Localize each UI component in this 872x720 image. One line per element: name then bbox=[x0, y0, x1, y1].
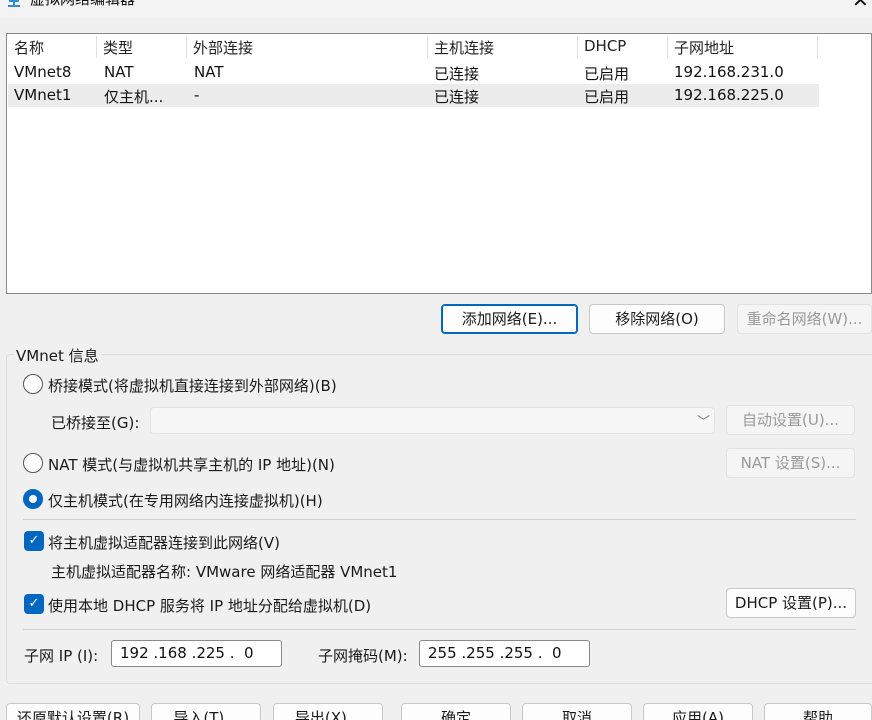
host-only-mode-radio[interactable] bbox=[23, 489, 43, 509]
help-button[interactable]: 帮助 bbox=[764, 703, 872, 720]
subnet-mask-input[interactable]: 255 .255 .255 . 0 bbox=[419, 640, 590, 667]
rename-network-button[interactable]: 重命名网络(W)... bbox=[737, 304, 872, 334]
vmnet-info-label: VMnet 信息 bbox=[14, 345, 101, 366]
checkmark-icon: ✓ bbox=[28, 596, 40, 611]
dhcp-settings-button[interactable]: DHCP 设置(P)... bbox=[726, 588, 856, 618]
window-title: 虚拟网络编辑器 bbox=[30, 0, 135, 9]
host-only-mode-label[interactable]: 仅主机模式(在专用网络内连接虚拟机)(H) bbox=[48, 490, 323, 511]
close-icon[interactable]: ✕ bbox=[852, 0, 869, 12]
column-divider[interactable] bbox=[427, 36, 428, 58]
bridged-to-label: 已桥接至(G): bbox=[51, 414, 140, 432]
cell-subnet: 192.168.231.0 bbox=[674, 63, 784, 81]
use-dhcp-label[interactable]: 使用本地 DHCP 服务将 IP 地址分配给虚拟机(D) bbox=[48, 595, 371, 616]
add-network-button[interactable]: 添加网络(E)... bbox=[441, 304, 578, 334]
column-divider[interactable] bbox=[577, 36, 578, 58]
subnet-mask-label: 子网掩码(M): bbox=[318, 647, 408, 665]
export-button[interactable]: 导出(X)... bbox=[273, 703, 383, 720]
chevron-down-icon: ﹀ bbox=[697, 415, 711, 430]
column-divider[interactable] bbox=[667, 36, 668, 58]
apply-button[interactable]: 应用(A) bbox=[643, 703, 753, 720]
cell-subnet: 192.168.225.0 bbox=[674, 86, 784, 104]
table-row-vmnet1[interactable]: VMnet1 仅主机... - 已连接 已启用 192.168.225.0 bbox=[8, 84, 819, 107]
column-header-external[interactable]: 外部连接 bbox=[193, 37, 253, 58]
cell-host: 已连接 bbox=[434, 88, 480, 106]
bridged-to-select[interactable]: ﹀ bbox=[150, 407, 715, 434]
bridged-mode-label[interactable]: 桥接模式(将虚拟机直接连接到外部网络)(B) bbox=[48, 375, 337, 396]
cell-name: VMnet1 bbox=[14, 86, 72, 104]
column-header-subnet[interactable]: 子网地址 bbox=[674, 37, 734, 58]
subnet-ip-label: 子网 IP (I): bbox=[24, 647, 99, 665]
column-divider[interactable] bbox=[96, 36, 97, 58]
subnet-ip-input[interactable]: 192 .168 .225 . 0 bbox=[111, 640, 282, 667]
cell-external: - bbox=[194, 86, 200, 104]
section-divider bbox=[23, 519, 856, 520]
title-bar: 虚拟网络编辑器 ✕ bbox=[0, 0, 872, 18]
adapter-name-label: 主机虚拟适配器名称: VMware 网络适配器 VMnet1 bbox=[51, 563, 398, 581]
remove-network-button[interactable]: 移除网络(O) bbox=[589, 304, 725, 334]
connect-adapter-checkbox[interactable]: ✓ bbox=[24, 531, 44, 551]
column-divider[interactable] bbox=[186, 36, 187, 58]
table-row-vmnet8[interactable]: VMnet8 NAT NAT 已连接 已启用 192.168.231.0 bbox=[8, 61, 819, 84]
column-header-host[interactable]: 主机连接 bbox=[434, 37, 494, 58]
cell-external: NAT bbox=[194, 63, 224, 81]
cell-name: VMnet8 bbox=[14, 63, 72, 81]
nat-mode-radio[interactable] bbox=[23, 453, 43, 473]
cell-dhcp: 已启用 bbox=[584, 88, 630, 106]
column-divider[interactable] bbox=[817, 36, 818, 58]
cell-host: 已连接 bbox=[434, 65, 480, 83]
ok-button[interactable]: 确定 bbox=[401, 703, 511, 720]
cell-type: NAT bbox=[104, 63, 134, 81]
auto-settings-button[interactable]: 自动设置(U)... bbox=[726, 405, 855, 435]
bridged-mode-radio[interactable] bbox=[23, 374, 43, 394]
network-editor-icon bbox=[8, 0, 20, 7]
network-list[interactable]: 名称 类型 外部连接 主机连接 DHCP 子网地址 VMnet8 NAT NAT… bbox=[6, 33, 872, 294]
column-header-type[interactable]: 类型 bbox=[103, 37, 133, 58]
column-header-dhcp[interactable]: DHCP bbox=[584, 37, 626, 55]
column-header-name[interactable]: 名称 bbox=[14, 37, 44, 58]
cell-type: 仅主机... bbox=[104, 88, 164, 106]
cancel-button[interactable]: 取消 bbox=[522, 703, 632, 720]
nat-settings-button[interactable]: NAT 设置(S)... bbox=[726, 448, 855, 478]
checkmark-icon: ✓ bbox=[28, 533, 40, 548]
restore-defaults-button[interactable]: 还原默认设置(R) bbox=[6, 703, 140, 720]
connect-adapter-label[interactable]: 将主机虚拟适配器连接到此网络(V) bbox=[48, 532, 280, 553]
use-dhcp-checkbox[interactable]: ✓ bbox=[24, 594, 44, 614]
cell-dhcp: 已启用 bbox=[584, 65, 630, 83]
section-divider bbox=[23, 629, 856, 630]
import-button[interactable]: 导入(T)... bbox=[151, 703, 261, 720]
nat-mode-label[interactable]: NAT 模式(与虚拟机共享主机的 IP 地址)(N) bbox=[48, 454, 335, 475]
